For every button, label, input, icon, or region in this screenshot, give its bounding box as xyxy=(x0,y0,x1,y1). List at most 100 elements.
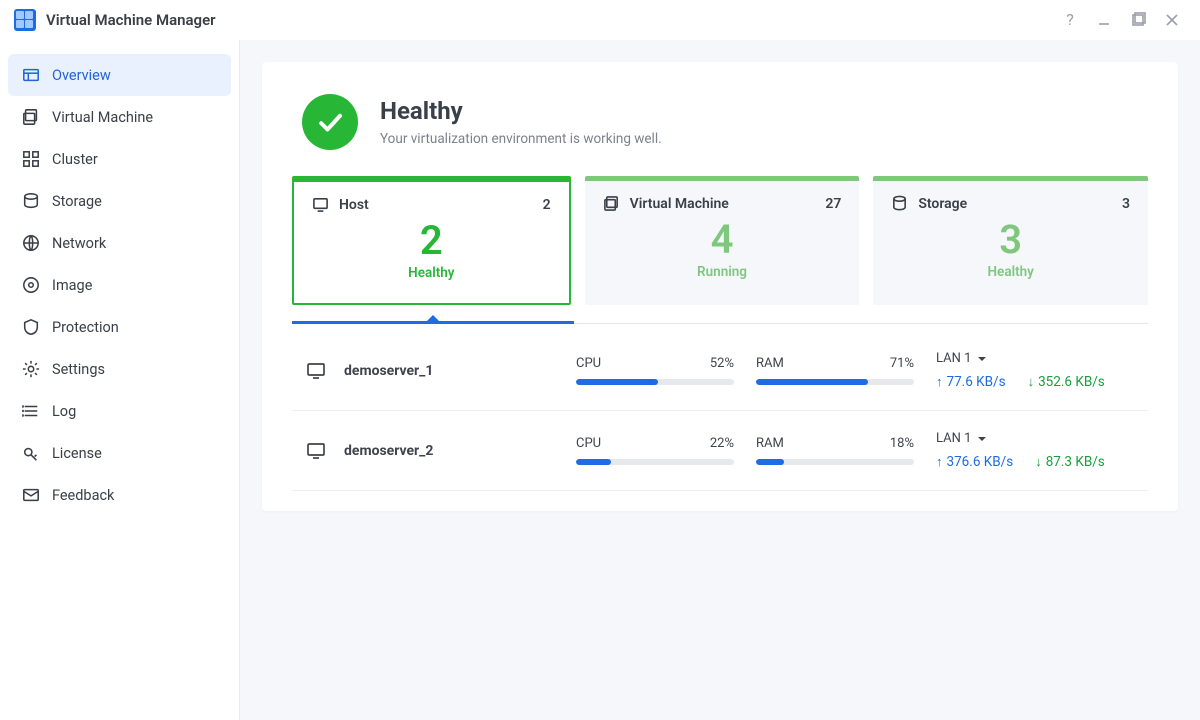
cpu-bar xyxy=(576,379,734,385)
summary-card-host[interactable]: Host 2 2 Healthy xyxy=(292,176,571,305)
lan-selector[interactable]: LAN 1 xyxy=(936,431,1176,446)
status-subtitle: Your virtualization environment is worki… xyxy=(380,131,662,147)
summary-card-storage[interactable]: Storage 3 3 Healthy xyxy=(873,176,1148,305)
sidebar-item-virtual-machine[interactable]: Virtual Machine xyxy=(8,96,231,138)
sidebar-item-label: Overview xyxy=(52,67,111,84)
sidebar-item-license[interactable]: License xyxy=(8,432,231,474)
lan-label: LAN 1 xyxy=(936,351,971,366)
cpu-label: CPU xyxy=(576,436,601,451)
sidebar-item-label: Log xyxy=(52,403,76,420)
card-marker xyxy=(292,309,1148,327)
lan-upload: ↑376.6 KB/s xyxy=(936,454,1013,470)
host-name: demoserver_1 xyxy=(344,363,433,379)
ram-value: 18% xyxy=(890,436,914,451)
sidebar-item-label: Storage xyxy=(52,193,102,210)
sidebar-item-label: License xyxy=(52,445,102,462)
host-row[interactable]: demoserver_1 CPU 52% RAM 71% LAN 1 ↑77.6 KB/s ↓… xyxy=(292,331,1148,411)
lan-upload: ↑77.6 KB/s xyxy=(936,374,1006,390)
lan-download: ↓352.6 KB/s xyxy=(1028,374,1105,390)
card-count: 2 xyxy=(543,197,551,213)
sidebar-item-label: Feedback xyxy=(52,487,114,504)
cluster-icon xyxy=(22,150,40,168)
ram-bar xyxy=(756,459,914,465)
card-title: Storage xyxy=(918,196,1112,212)
card-status-label: Healthy xyxy=(312,265,551,281)
help-button[interactable]: ? xyxy=(1056,6,1084,34)
network-icon xyxy=(22,234,40,252)
overview-icon xyxy=(22,66,40,84)
overview-panel: Healthy Your virtualization environment … xyxy=(262,62,1178,511)
sidebar-item-storage[interactable]: Storage xyxy=(8,180,231,222)
card-count: 3 xyxy=(1122,196,1130,212)
sidebar: Overview Virtual Machine Cluster Storage Net… xyxy=(0,40,240,720)
sidebar-item-feedback[interactable]: Feedback xyxy=(8,474,231,516)
main-content: Healthy Your virtualization environment … xyxy=(240,40,1200,720)
sidebar-item-label: Settings xyxy=(52,361,105,378)
cpu-label: CPU xyxy=(576,356,601,371)
close-button[interactable] xyxy=(1158,6,1186,34)
card-icon xyxy=(603,195,620,212)
app-icon xyxy=(14,9,36,31)
sidebar-item-label: Network xyxy=(52,235,106,252)
ram-value: 71% xyxy=(890,356,914,371)
ram-metric: RAM 18% xyxy=(756,436,936,465)
sidebar-item-image[interactable]: Image xyxy=(8,264,231,306)
host-icon xyxy=(306,362,326,380)
host-name: demoserver_2 xyxy=(344,443,433,459)
titlebar: Virtual Machine Manager ? xyxy=(0,0,1200,40)
cpu-metric: CPU 52% xyxy=(576,356,756,385)
protection-icon xyxy=(22,318,40,336)
ram-bar xyxy=(756,379,914,385)
arrow-down-icon: ↓ xyxy=(1035,456,1042,469)
sidebar-item-network[interactable]: Network xyxy=(8,222,231,264)
app-title: Virtual Machine Manager xyxy=(46,11,216,29)
ram-label: RAM xyxy=(756,356,784,371)
sidebar-item-log[interactable]: Log xyxy=(8,390,231,432)
sidebar-item-label: Image xyxy=(52,277,92,294)
sidebar-item-overview[interactable]: Overview xyxy=(8,54,231,96)
summary-cards: Host22HealthyVirtual Machine274RunningSt… xyxy=(292,176,1148,305)
cpu-value: 52% xyxy=(710,356,734,371)
lan-label: LAN 1 xyxy=(936,431,971,446)
host-icon xyxy=(306,442,326,460)
sidebar-item-cluster[interactable]: Cluster xyxy=(8,138,231,180)
storage-icon xyxy=(22,192,40,210)
ram-label: RAM xyxy=(756,436,784,451)
sidebar-item-settings[interactable]: Settings xyxy=(8,348,231,390)
host-row[interactable]: demoserver_2CPU22%RAM18%LAN 1↑376.6 KB/s… xyxy=(292,411,1148,491)
lan-download: ↓87.3 KB/s xyxy=(1035,454,1105,470)
arrow-down-icon: ↓ xyxy=(1028,376,1035,389)
license-icon xyxy=(22,444,40,462)
vm-icon xyxy=(22,108,40,126)
cpu-bar xyxy=(576,459,734,465)
host-list: demoserver_1 CPU 52% RAM 71% LAN 1 ↑77.6 KB/s ↓… xyxy=(292,331,1148,491)
status-title: Healthy xyxy=(380,97,662,125)
arrow-up-icon: ↑ xyxy=(936,456,943,469)
card-title: Virtual Machine xyxy=(630,196,816,212)
feedback-icon xyxy=(22,486,40,504)
card-title: Host xyxy=(339,197,533,213)
card-big-number: 2 xyxy=(312,219,551,263)
status-summary: Healthy Your virtualization environment … xyxy=(292,94,1148,150)
log-icon xyxy=(22,402,40,420)
card-icon xyxy=(312,196,329,213)
chevron-down-icon xyxy=(977,434,987,444)
settings-icon xyxy=(22,360,40,378)
maximize-button[interactable] xyxy=(1124,6,1152,34)
lan-selector[interactable]: LAN 1 xyxy=(936,351,1176,366)
sidebar-item-label: Protection xyxy=(52,319,119,336)
card-status-label: Running xyxy=(603,264,842,280)
sidebar-item-protection[interactable]: Protection xyxy=(8,306,231,348)
card-status-label: Healthy xyxy=(891,264,1130,280)
lan-metric: LAN 1 ↑77.6 KB/s ↓352.6 KB/s xyxy=(936,351,1176,390)
ram-metric: RAM 71% xyxy=(756,356,936,385)
image-icon xyxy=(22,276,40,294)
minimize-button[interactable] xyxy=(1090,6,1118,34)
card-big-number: 3 xyxy=(891,218,1130,262)
status-healthy-icon xyxy=(302,94,358,150)
sidebar-item-label: Cluster xyxy=(52,151,98,168)
chevron-down-icon xyxy=(977,354,987,364)
summary-card-virtual-machine[interactable]: Virtual Machine274Running xyxy=(585,176,860,305)
card-big-number: 4 xyxy=(603,218,842,262)
card-icon xyxy=(891,195,908,212)
